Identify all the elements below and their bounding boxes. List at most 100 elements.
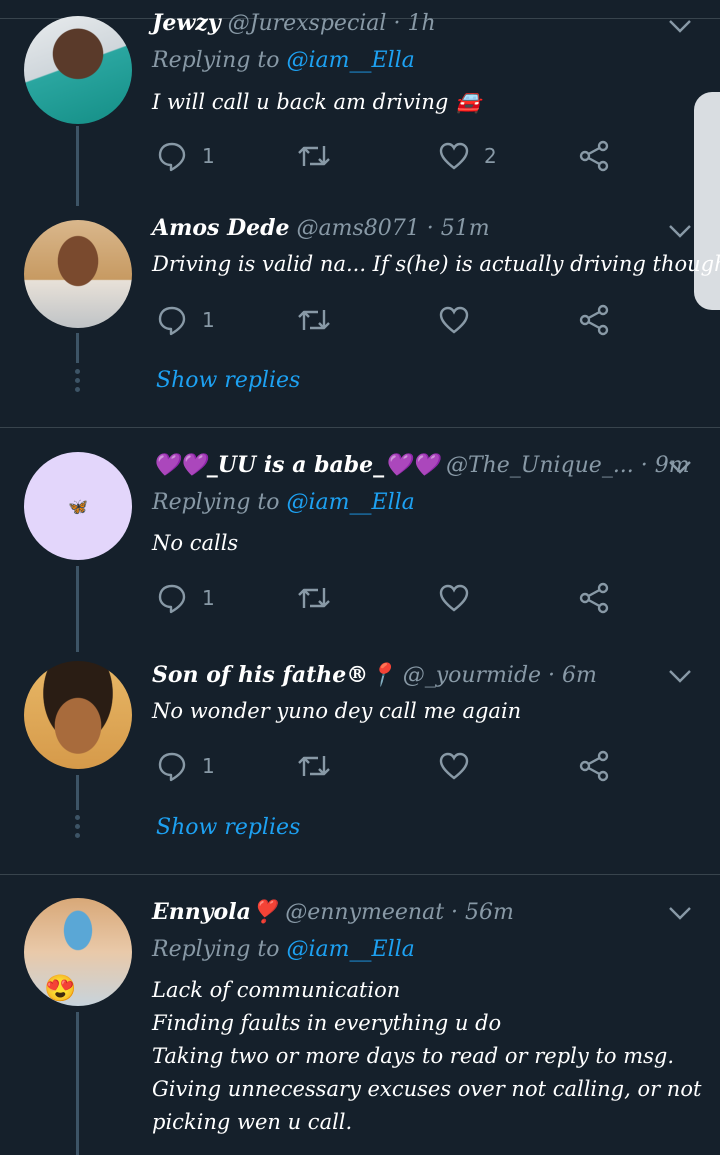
- like-button[interactable]: [438, 746, 484, 786]
- share-icon: [579, 582, 609, 614]
- tweet-text-line: Giving unnecessary excuses over not call…: [152, 1077, 702, 1101]
- chevron-down-icon[interactable]: [668, 223, 692, 239]
- display-name[interactable]: Son of his fathe®📍: [152, 662, 396, 688]
- chevron-down-icon[interactable]: [668, 905, 692, 921]
- replying-to: Replying to @iam__Ella: [152, 937, 415, 962]
- mention-link[interactable]: @iam__Ella: [287, 490, 415, 515]
- chevron-down-icon[interactable]: [668, 668, 692, 684]
- butterfly-icon: 🦋: [68, 496, 88, 516]
- tweet-text-line: No wonder yuno dey call me again: [152, 699, 522, 723]
- chevron-down-icon[interactable]: [668, 18, 692, 34]
- tweet-text: Driving is valid na... If s(he) is actua…: [152, 248, 720, 281]
- tweet-actions: 1 2: [152, 136, 622, 176]
- like-button[interactable]: 2: [438, 136, 497, 176]
- reply-count: 1: [202, 144, 215, 168]
- handle[interactable]: @ams8071: [297, 216, 420, 241]
- handle[interactable]: @The_Unique_...: [446, 453, 634, 478]
- share-button[interactable]: [578, 578, 610, 618]
- reply-button[interactable]: 1: [156, 746, 215, 786]
- more-replies-dots: [75, 815, 80, 842]
- tweet-text: Lack of communication Finding faults in …: [152, 974, 701, 1139]
- avatar[interactable]: 🦋: [24, 452, 132, 560]
- timestamp: · 51m: [426, 216, 490, 241]
- tweet-text-line: No calls: [152, 531, 239, 555]
- thread-line: [76, 333, 79, 363]
- retweet-button[interactable]: [296, 300, 346, 340]
- reply-icon: [158, 584, 186, 614]
- share-icon: [579, 140, 609, 172]
- avatar[interactable]: [24, 220, 132, 328]
- thread-line: [76, 1012, 79, 1155]
- display-name[interactable]: Jewzy: [152, 10, 221, 36]
- tweet-actions: 1: [152, 300, 622, 340]
- reply-icon: [158, 142, 186, 172]
- avatar[interactable]: [24, 16, 132, 124]
- display-name[interactable]: Ennyola❣️: [152, 899, 278, 925]
- like-count: 2: [484, 144, 497, 168]
- handle[interactable]: @_yourmide: [403, 663, 541, 688]
- tweet-text-line: Driving is valid na... If s(he) is actua…: [152, 252, 720, 276]
- thread-line: [76, 775, 79, 810]
- replying-to-label: Replying to: [152, 937, 280, 962]
- tweet-header: 💜💜_UU is a babe_💜💜 @The_Unique_... · 9m: [152, 452, 690, 478]
- share-button[interactable]: [578, 746, 610, 786]
- tweet-text: No calls: [152, 527, 238, 560]
- timestamp: · 1h: [393, 11, 436, 36]
- reply-button[interactable]: 1: [156, 300, 215, 340]
- retweet-icon: [298, 310, 330, 330]
- tweet-actions: 1: [152, 746, 622, 786]
- thread-line: [76, 566, 79, 652]
- replying-to-label: Replying to: [152, 490, 280, 515]
- conversation-divider: [0, 427, 720, 428]
- replying-to: Replying to @iam__Ella: [152, 490, 415, 515]
- avatar[interactable]: [24, 661, 132, 769]
- timestamp: · 56m: [451, 900, 514, 925]
- heart-icon: [439, 584, 469, 612]
- share-button[interactable]: [578, 136, 610, 176]
- show-replies-link[interactable]: Show replies: [156, 368, 300, 393]
- reply-count: 1: [202, 754, 215, 778]
- reply-count: 1: [202, 308, 215, 332]
- mention-link[interactable]: @iam__Ella: [287, 48, 415, 73]
- heart-icon: [439, 142, 469, 170]
- heart-eyes-emoji-icon: 😍: [44, 974, 77, 1004]
- tweet-actions: 1: [152, 578, 622, 618]
- display-name[interactable]: 💜💜_UU is a babe_💜💜: [152, 452, 439, 478]
- show-replies-link[interactable]: Show replies: [156, 815, 300, 840]
- retweet-button[interactable]: [296, 746, 346, 786]
- like-button[interactable]: [438, 578, 484, 618]
- reply-icon: [158, 752, 186, 782]
- more-replies-dots: [75, 369, 80, 396]
- tweet-text: I will call u back am driving 🚘: [152, 86, 481, 119]
- retweet-button[interactable]: [296, 136, 346, 176]
- reply-button[interactable]: 1: [156, 578, 215, 618]
- tweet-header: Amos Dede @ams8071 · 51m: [152, 215, 490, 241]
- reply-count: 1: [202, 586, 215, 610]
- handle[interactable]: @ennymeenat: [285, 900, 444, 925]
- replying-to-label: Replying to: [152, 48, 280, 73]
- like-button[interactable]: [438, 300, 484, 340]
- share-button[interactable]: [578, 300, 610, 340]
- tweet-text-line: I will call u back am driving 🚘: [152, 90, 482, 114]
- retweet-icon: [298, 756, 330, 776]
- tweet-text-line: picking wen u call.: [152, 1110, 353, 1134]
- tweet-header: Ennyola❣️ @ennymeenat · 56m: [152, 899, 514, 925]
- tweet-text-line: Lack of communication: [152, 978, 401, 1002]
- chevron-down-icon[interactable]: [668, 459, 692, 475]
- conversation-divider: [0, 874, 720, 875]
- mention-link[interactable]: @iam__Ella: [287, 937, 415, 962]
- heart-icon: [439, 752, 469, 780]
- share-icon: [579, 304, 609, 336]
- reply-button[interactable]: 1: [156, 136, 215, 176]
- tweet-header: Jewzy @Jurexspecial · 1h: [152, 10, 436, 36]
- retweet-icon: [298, 588, 330, 608]
- display-name[interactable]: Amos Dede: [152, 215, 290, 241]
- avatar[interactable]: [24, 898, 132, 1006]
- retweet-button[interactable]: [296, 578, 346, 618]
- tweet-text-line: Finding faults in everything u do: [152, 1011, 502, 1035]
- timestamp: · 6m: [548, 663, 597, 688]
- tweet-text: No wonder yuno dey call me again: [152, 695, 521, 728]
- handle[interactable]: @Jurexspecial: [228, 11, 387, 36]
- tweet-text-line: Taking two or more days to read or reply…: [152, 1044, 674, 1068]
- reply-icon: [158, 306, 186, 336]
